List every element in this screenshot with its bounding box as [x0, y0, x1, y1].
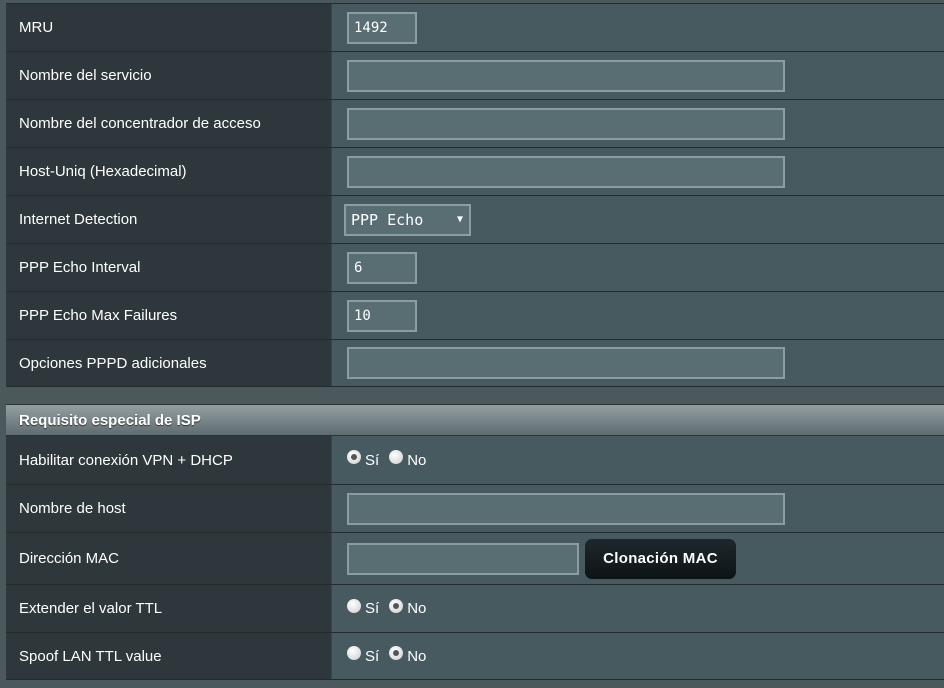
setting-row: PPP Echo Max Failures 10	[6, 291, 944, 339]
field-label: Habilitar conexión VPN + DHCP	[6, 436, 331, 484]
setting-row: Nombre del concentrador de acceso	[6, 99, 944, 147]
hostname-input[interactable]	[347, 492, 785, 525]
mac-address-input[interactable]	[347, 542, 579, 575]
setting-input[interactable]	[347, 59, 785, 92]
section-header: Requisito especial de ISP	[6, 404, 944, 436]
setting-input[interactable]	[347, 107, 785, 140]
setting-row: Host-Uniq (Hexadecimal)	[6, 147, 944, 195]
setting-row: Nombre del servicio	[6, 51, 944, 99]
pppoe-settings-table: MRU 1492 Nombre del servicio Nombre del con…	[6, 3, 944, 387]
field-label: Nombre del servicio	[6, 52, 331, 99]
field-label: PPP Echo Interval	[6, 244, 331, 291]
hostname-row: Nombre de host	[6, 484, 944, 532]
field-label: Spoof LAN TTL value	[6, 633, 331, 679]
field-label: Nombre de host	[6, 485, 331, 532]
spoof-yes-radio[interactable]	[347, 646, 361, 660]
field-label: Host-Uniq (Hexadecimal)	[6, 148, 331, 195]
setting-row: PPP Echo Interval 6	[6, 243, 944, 291]
setting-input[interactable]: 6	[347, 251, 417, 284]
field-label: MRU	[6, 4, 331, 51]
vpn-dhcp-no-radio[interactable]	[389, 450, 404, 464]
field-label: Extender el valor TTL	[6, 585, 331, 632]
setting-input[interactable]	[347, 347, 785, 379]
setting-row: Opciones PPPD adicionales	[6, 339, 944, 387]
mac-clone-button[interactable]: Clonación MAC	[585, 538, 736, 579]
setting-row: MRU 1492	[6, 3, 944, 51]
isp-settings-table: Requisito especial de ISP Habilitar cone…	[6, 404, 944, 680]
setting-input[interactable]	[347, 155, 785, 188]
field-label: Nombre del concentrador de acceso	[6, 100, 331, 147]
spoof-no-radio[interactable]	[389, 646, 404, 660]
field-label: Internet Detection	[6, 196, 331, 243]
vpn-dhcp-row: Habilitar conexión VPN + DHCP Sí No	[6, 436, 944, 484]
field-label: PPP Echo Max Failures	[6, 292, 331, 339]
spoof-ttl-row: Spoof LAN TTL value Sí No	[6, 632, 944, 680]
ttl-no-radio[interactable]	[389, 598, 404, 613]
mac-row: Dirección MAC Clonación MAC	[6, 532, 944, 584]
internet-detection-select[interactable]: PPP Echo ▼	[344, 203, 471, 236]
vpn-dhcp-yes-radio[interactable]	[347, 450, 361, 464]
field-label: Opciones PPPD adicionales	[6, 340, 331, 386]
setting-input[interactable]: 10	[347, 299, 417, 332]
dropdown-arrow-icon: ▼	[456, 214, 463, 225]
setting-input[interactable]: 1492	[347, 11, 417, 44]
ttl-row: Extender el valor TTL Sí No	[6, 584, 944, 632]
field-label: Dirección MAC	[6, 533, 331, 584]
ttl-yes-radio[interactable]	[347, 598, 361, 613]
setting-row: Internet Detection PPP Echo ▼	[6, 195, 944, 243]
